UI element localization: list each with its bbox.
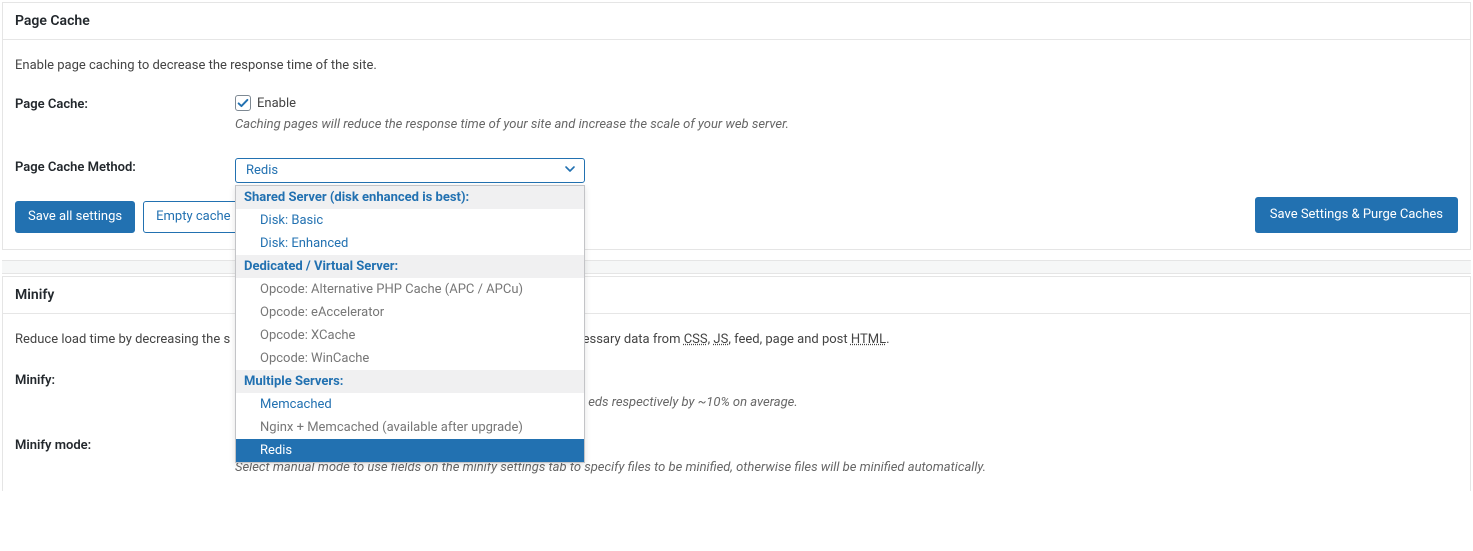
page-cache-method-dropdown: Shared Server (disk enhanced is best): D… (235, 185, 585, 463)
dropdown-group-dedicated: Dedicated / Virtual Server: (236, 255, 584, 278)
minify-enable-label: Minify: (15, 371, 235, 388)
minify-intro-mid: ncessary data from (569, 332, 684, 347)
minify-mode-row: Minify mode: Select manual mode to use f… (15, 436, 1458, 475)
checkmark-icon (236, 96, 250, 110)
page-cache-panel: Page Cache Enable page caching to decrea… (2, 2, 1471, 250)
abbr-css: CSS (684, 332, 708, 347)
minify-hint-tail: eds respectively by ~10% on average. (588, 395, 797, 410)
page-cache-buttons: Save all settings Empty cache (15, 201, 1458, 233)
empty-cache-button[interactable]: Empty cache (143, 201, 243, 233)
minify-panel: Minify Reduce load time by decreasing th… (2, 276, 1471, 491)
minify-intro-pre: Reduce load time by decreasing the s (15, 332, 230, 347)
save-purge-button[interactable]: Save Settings & Purge Caches (1255, 197, 1458, 233)
minify-mode-label: Minify mode: (15, 436, 235, 453)
dropdown-group-multiple: Multiple Servers: (236, 370, 584, 393)
minify-intro: Reduce load time by decreasing the s nce… (15, 332, 1458, 347)
dropdown-option-opcode-wincache[interactable]: Opcode: WinCache (236, 347, 584, 370)
page-cache-method-selected: Redis (246, 163, 278, 178)
chevron-down-icon (564, 163, 576, 179)
page-cache-intro: Enable page caching to decrease the resp… (15, 58, 1458, 73)
dropdown-group-shared: Shared Server (disk enhanced is best): (236, 186, 584, 209)
dropdown-option-redis[interactable]: Redis (236, 439, 584, 462)
page-cache-enable-label: Page Cache: (15, 95, 235, 112)
dropdown-option-disk-enhanced[interactable]: Disk: Enhanced (236, 232, 584, 255)
dropdown-option-nginx-memcached[interactable]: Nginx + Memcached (available after upgra… (236, 416, 584, 439)
minify-intro-mid2: , feed, page and post (728, 332, 851, 347)
page-cache-enable-description: Caching pages will reduce the response t… (235, 117, 1458, 132)
page-cache-method-row: Page Cache Method: Redis Shared Server (… (15, 158, 1458, 183)
section-gap (2, 260, 1471, 274)
page-cache-title: Page Cache (3, 3, 1470, 40)
abbr-html: HTML (851, 332, 886, 347)
dropdown-option-opcode-eacc[interactable]: Opcode: eAccelerator (236, 301, 584, 324)
page-cache-method-select[interactable]: Redis (235, 158, 585, 183)
page-cache-enable-row: Page Cache: Enable Caching pages will re… (15, 95, 1458, 132)
dropdown-option-memcached[interactable]: Memcached (236, 393, 584, 416)
page-cache-enable-text: Enable (257, 96, 296, 111)
minify-enable-row: Minify: eds respectively by ~10% on aver… (15, 371, 1458, 410)
abbr-js: JS (713, 332, 728, 347)
minify-title: Minify (3, 277, 1470, 314)
dropdown-option-disk-basic[interactable]: Disk: Basic (236, 209, 584, 232)
dropdown-option-opcode-xcache[interactable]: Opcode: XCache (236, 324, 584, 347)
page-cache-method-label: Page Cache Method: (15, 158, 235, 175)
dropdown-option-opcode-apc[interactable]: Opcode: Alternative PHP Cache (APC / APC… (236, 278, 584, 301)
page-cache-enable-checkbox[interactable] (235, 95, 251, 111)
save-all-settings-button[interactable]: Save all settings (15, 201, 135, 233)
